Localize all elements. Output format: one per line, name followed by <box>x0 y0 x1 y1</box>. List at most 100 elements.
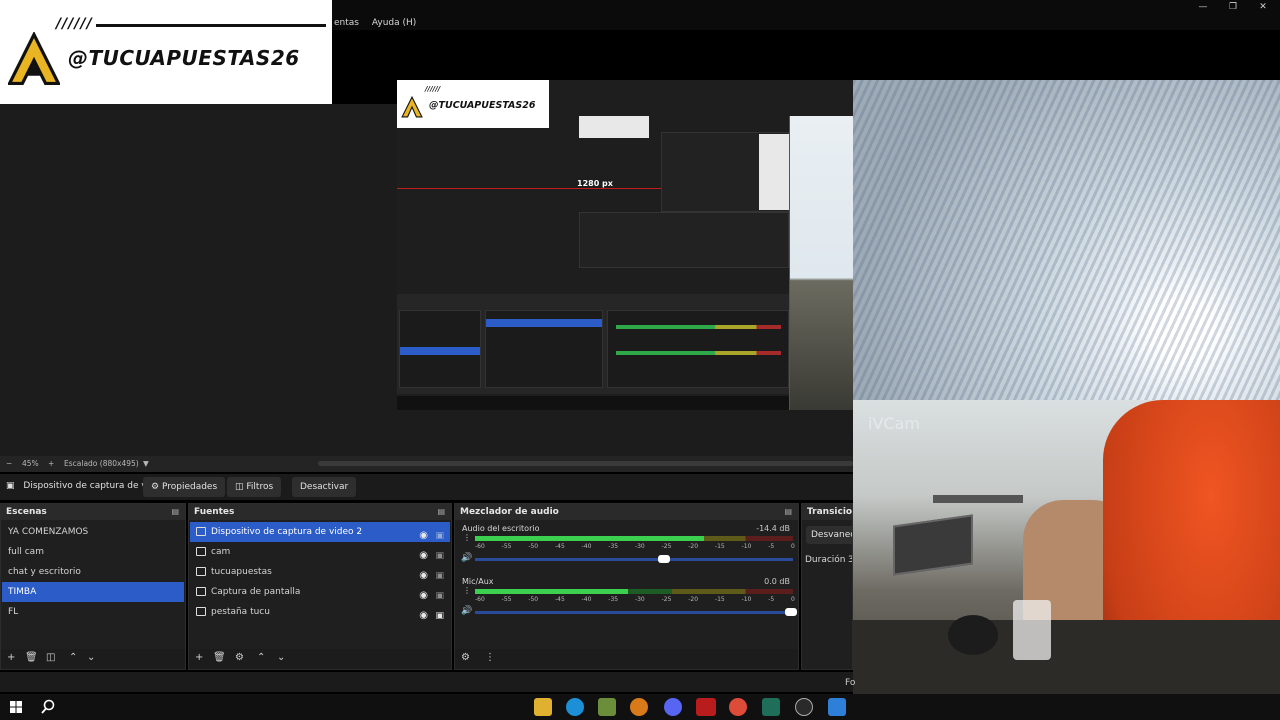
trash-icon[interactable]: 🗑 <box>25 652 38 663</box>
speaker-icon[interactable]: 🔊 <box>461 553 472 563</box>
source-item[interactable]: tucuapuestas ◉ ▣ <box>190 562 450 582</box>
nested-mixer <box>607 310 789 388</box>
minimize-icon[interactable]: — <box>1196 2 1210 12</box>
scenes-dock: Escenas ▤ YA COMENZAMOS full cam chat y es… <box>0 503 186 670</box>
zoom-in-button[interactable]: + <box>48 459 54 468</box>
dock-menu-icon[interactable]: ▤ <box>437 507 445 516</box>
chevron-up-icon[interactable]: ⌃ <box>257 652 265 663</box>
properties-label: Propiedades <box>161 482 218 492</box>
chevron-down-icon[interactable]: ⌄ <box>87 652 95 663</box>
meter-ticks: -60 -55 -50 -45 -40 -35 -30 -25 -20 -15 -10 -5 0 <box>475 543 795 550</box>
duration-value[interactable]: 3 <box>848 555 852 565</box>
nested-brand-name: @TUCUAPUESTAS26 <box>429 100 536 111</box>
nested-cam <box>789 116 853 410</box>
source-context-bar: ▣ Dispositivo de captura de v ⚙ Propieda… <box>0 474 853 500</box>
dock-menu-icon[interactable]: ▤ <box>171 507 179 516</box>
tick-label: -45 <box>554 596 565 603</box>
speaker-icon[interactable]: 🔊 <box>461 606 472 616</box>
zoom-out-button[interactable]: − <box>6 459 12 468</box>
transition-select[interactable]: Desvanec <box>806 526 852 544</box>
tick-label: -55 <box>501 543 512 550</box>
scene-item[interactable]: full cam <box>2 542 184 562</box>
stream-app-icon[interactable] <box>696 698 716 716</box>
more-options-icon[interactable]: ⋮ <box>485 652 495 663</box>
app-icon-teal[interactable] <box>762 698 780 716</box>
trash-icon[interactable]: 🗑 <box>213 652 226 663</box>
menu-item-help[interactable]: Ayuda (H) <box>372 18 416 28</box>
filter-icon[interactable]: ◫ <box>46 652 55 663</box>
advanced-audio-icon[interactable]: ⚙ <box>461 652 470 663</box>
discord-icon[interactable] <box>664 698 682 716</box>
zoom-level: 45% <box>22 459 39 468</box>
tick-label: -55 <box>501 596 512 603</box>
deactivate-button[interactable]: Desactivar <box>292 477 357 497</box>
scenes-header: Escenas ▤ <box>1 504 185 520</box>
volume-slider-handle[interactable] <box>657 555 670 563</box>
tick-label: -10 <box>741 596 752 603</box>
properties-button[interactable]: ⚙ Propiedades <box>143 477 226 497</box>
level-meter-fill <box>475 589 628 594</box>
volume-slider[interactable] <box>475 555 793 563</box>
chevron-down-icon[interactable]: ▼ <box>143 459 149 468</box>
dock-menu-icon[interactable]: ▤ <box>784 507 792 516</box>
source-item[interactable]: Captura de pantalla ◉ ▣ <box>190 582 450 602</box>
transitions-title: Transicion <box>807 507 853 517</box>
channel-name: Mic/Aux <box>462 577 494 586</box>
channel-menu-icon[interactable]: ⋮ <box>463 534 471 542</box>
brand-divider <box>96 24 326 27</box>
gear-icon[interactable]: ⚙ <box>235 652 244 663</box>
nested-logo-icon <box>401 96 423 118</box>
scenes-toolbar: + 🗑 ◫ ⌃ ⌄ <box>1 649 185 669</box>
eye-icon[interactable]: ◉ <box>419 606 428 626</box>
source-item[interactable]: pestaña tucu ◉ ▣ <box>190 602 450 622</box>
chevron-down-icon[interactable]: ⌄ <box>277 652 285 663</box>
tick-label: -10 <box>741 543 752 550</box>
lock-icon[interactable]: ▣ <box>435 606 444 626</box>
app-icon-orange[interactable] <box>630 698 648 716</box>
level-meter <box>475 589 793 594</box>
search-icon[interactable] <box>40 699 56 715</box>
meter-ticks: -60 -55 -50 -45 -40 -35 -30 -25 -20 -15 -10 -5 0 <box>475 596 795 603</box>
add-icon[interactable]: + <box>195 652 203 663</box>
restore-icon[interactable]: ❐ <box>1226 2 1240 12</box>
brand-banner: ////// @TUCUAPUESTAS26 <box>0 0 332 104</box>
add-icon[interactable]: + <box>7 652 15 663</box>
volume-slider[interactable] <box>475 608 797 616</box>
chevron-up-icon[interactable]: ⌃ <box>69 652 77 663</box>
horizontal-scrollbar[interactable] <box>318 461 853 466</box>
monitor-icon <box>196 587 206 596</box>
filter-icon: ◫ <box>235 482 244 492</box>
scene-item[interactable]: TIMBA <box>2 582 184 602</box>
source-item[interactable]: Dispositivo de captura de video 2 ◉ ▣ <box>190 522 450 542</box>
status-fps-label: Fo <box>845 678 856 688</box>
volume-slider-handle[interactable] <box>785 608 797 616</box>
channel-menu-icon[interactable]: ⋮ <box>463 587 471 595</box>
scene-item[interactable]: FL <box>2 602 184 622</box>
level-meter <box>475 536 793 541</box>
brand-hatch: ////// <box>56 16 93 32</box>
scene-item[interactable]: chat y escritorio <box>2 562 184 582</box>
close-icon[interactable]: ✕ <box>1256 2 1270 12</box>
mini-brand <box>579 116 649 138</box>
menu-item-tools[interactable]: entas <box>334 18 359 28</box>
ivcam-icon[interactable] <box>828 698 846 716</box>
file-explorer-icon[interactable] <box>534 698 552 716</box>
tick-label: 0 <box>791 596 795 603</box>
windows-start-icon[interactable] <box>10 701 22 713</box>
tick-label: -50 <box>528 596 539 603</box>
tick-label: -45 <box>554 543 565 550</box>
tick-label: -50 <box>528 543 539 550</box>
sources-toolbar: + 🗑 ⚙ ⌃ ⌄ <box>189 649 451 669</box>
tick-label: -40 <box>581 596 592 603</box>
nested-screen-capture: ////// @TUCUAPUESTAS26 1280 px <box>397 80 853 410</box>
source-item[interactable]: cam ◉ ▣ <box>190 542 450 562</box>
obs-icon[interactable] <box>795 698 813 716</box>
nested-sources <box>485 310 603 388</box>
filters-button[interactable]: ◫ Filtros <box>227 477 282 497</box>
tick-label: -15 <box>714 596 725 603</box>
chrome-icon[interactable] <box>729 698 747 716</box>
minecraft-icon[interactable] <box>598 698 616 716</box>
webcam-label: iVCam <box>868 414 920 433</box>
edge-browser-icon[interactable] <box>566 698 584 716</box>
scene-item[interactable]: YA COMENZAMOS <box>2 522 184 542</box>
